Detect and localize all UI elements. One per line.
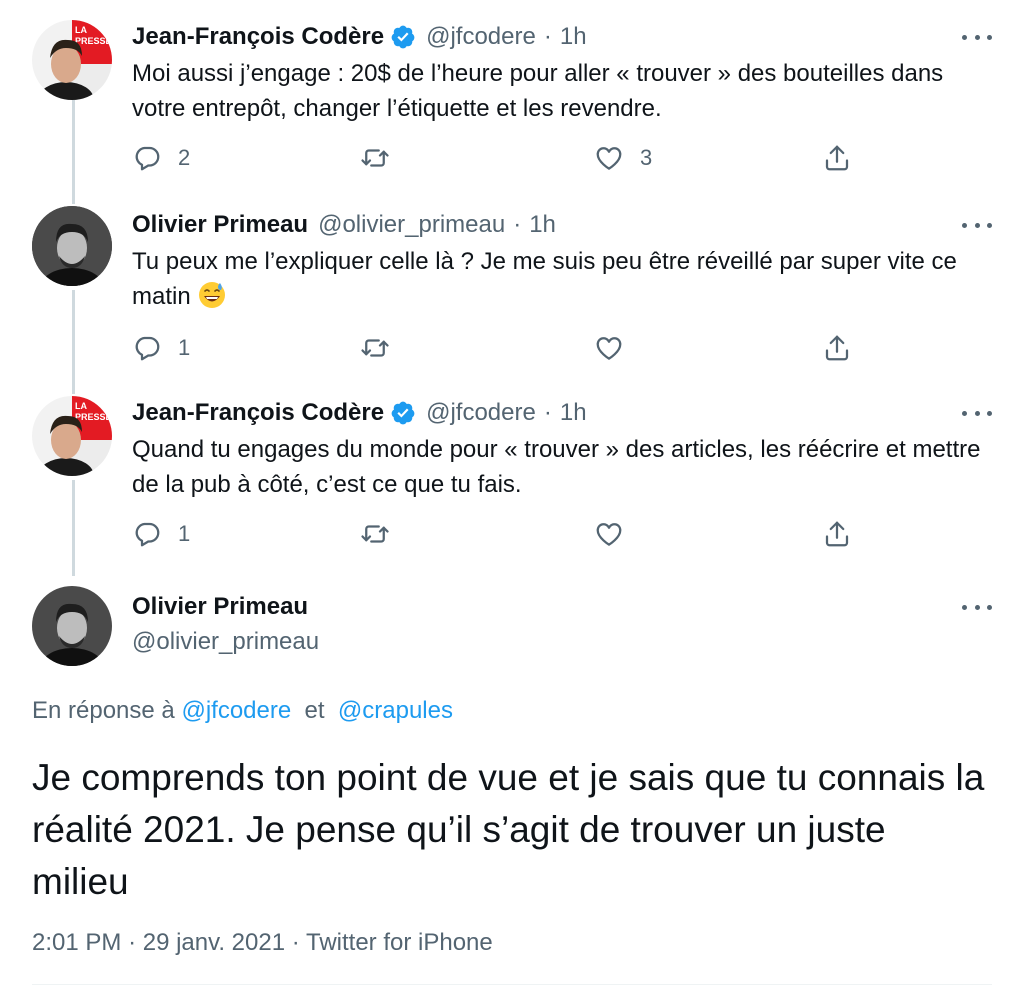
- like-icon: [596, 147, 622, 170]
- tweet-text: Quand tu engages du monde pour « trouver…: [132, 436, 981, 498]
- tweet-text: Tu peux me l’expliquer celle là ? Je me …: [132, 244, 992, 314]
- reply-tweet[interactable]: LA PRESSE Jean-François Codère @jfcodere…: [0, 380, 1024, 576]
- more-icon[interactable]: [962, 32, 992, 42]
- separator-dot: ·: [128, 929, 137, 956]
- mention-link[interactable]: @jfcodere: [181, 697, 291, 724]
- share-button[interactable]: [822, 518, 852, 550]
- avatar[interactable]: LA PRESSE: [32, 396, 112, 476]
- reply-tweet[interactable]: LA PRESSE Jean-François Codère @jfcodere…: [0, 0, 1024, 190]
- reply-icon: [135, 146, 160, 171]
- timestamp[interactable]: 1h: [560, 22, 587, 52]
- tweet-date[interactable]: 29 janv. 2021: [143, 929, 285, 956]
- share-icon: [825, 521, 849, 547]
- retweet-icon: [361, 525, 389, 543]
- avatar-badge-text: PRESSE: [75, 412, 112, 422]
- share-icon: [825, 145, 849, 171]
- grinning-face-with-sweat-icon: [197, 280, 227, 310]
- main-author-handle[interactable]: @olivier_primeau: [132, 627, 319, 657]
- reply-count: 2: [178, 145, 191, 170]
- main-tweet-text: Je comprends ton point de vue et je sais…: [32, 757, 985, 902]
- separator-dot: ·: [543, 399, 552, 426]
- separator-dot: ·: [543, 23, 552, 50]
- retweet-icon: [361, 339, 389, 357]
- separator-dot: ·: [513, 211, 522, 238]
- reply-icon: [135, 336, 160, 361]
- timestamp[interactable]: 1h: [560, 398, 587, 428]
- reply-icon: [135, 522, 160, 547]
- reply-count: 1: [178, 521, 191, 546]
- more-icon[interactable]: [962, 602, 992, 612]
- verified-badge-icon: [390, 400, 416, 426]
- separator-dot: ·: [291, 929, 300, 956]
- retweet-icon: [361, 149, 389, 167]
- author-name[interactable]: Jean-François Codère: [132, 398, 384, 428]
- author-name[interactable]: Olivier Primeau: [132, 210, 308, 240]
- more-icon[interactable]: [962, 220, 992, 230]
- reply-context: En réponse à @jfcodere et @crapules: [32, 696, 453, 726]
- retweet-button[interactable]: [360, 142, 390, 174]
- author-name[interactable]: Jean-François Codère: [132, 22, 384, 52]
- reply-button[interactable]: 1: [132, 332, 190, 364]
- like-count: 3: [640, 145, 653, 170]
- author-handle[interactable]: @olivier_primeau: [318, 210, 505, 240]
- tweet-metadata: 2:01 PM · 29 janv. 2021 · Twitter for iP…: [32, 928, 493, 958]
- avatar-badge-text: PRESSE: [75, 36, 112, 46]
- reply-count: 1: [178, 335, 191, 360]
- like-button[interactable]: 3: [594, 142, 652, 174]
- author-handle[interactable]: @jfcodere: [426, 22, 536, 52]
- reply-button[interactable]: 1: [132, 518, 190, 550]
- share-button[interactable]: [822, 332, 852, 364]
- mention-link[interactable]: @crapules: [338, 697, 453, 724]
- tweet-source[interactable]: Twitter for iPhone: [306, 929, 493, 956]
- reply-tweet[interactable]: Olivier Primeau @olivier_primeau · 1h Tu…: [0, 190, 1024, 380]
- like-button[interactable]: [594, 332, 624, 364]
- avatar[interactable]: [32, 206, 112, 286]
- reply-prefix: En réponse à: [32, 697, 175, 724]
- more-icon[interactable]: [962, 408, 992, 418]
- divider: [32, 984, 992, 985]
- verified-badge-icon: [390, 24, 416, 50]
- share-button[interactable]: [822, 142, 852, 174]
- main-author-name[interactable]: Olivier Primeau: [132, 592, 308, 622]
- retweet-button[interactable]: [360, 518, 390, 550]
- avatar[interactable]: LA PRESSE: [32, 20, 112, 100]
- author-handle[interactable]: @jfcodere: [426, 398, 536, 428]
- tweet-time[interactable]: 2:01 PM: [32, 929, 121, 956]
- avatar-badge-text: LA: [75, 25, 87, 35]
- reply-button[interactable]: 2: [132, 142, 190, 174]
- tweet-text: Moi aussi j’engage : 20$ de l’heure pour…: [132, 60, 944, 122]
- like-button[interactable]: [594, 518, 624, 550]
- reply-joiner: et: [304, 697, 325, 724]
- like-icon: [596, 337, 622, 360]
- retweet-button[interactable]: [360, 332, 390, 364]
- main-avatar[interactable]: [32, 586, 112, 666]
- avatar-badge-text: LA: [75, 401, 87, 411]
- timestamp[interactable]: 1h: [529, 210, 556, 240]
- share-icon: [825, 335, 849, 361]
- like-icon: [596, 523, 622, 546]
- tweet-text-content: Tu peux me l’expliquer celle là ? Je me …: [132, 248, 957, 310]
